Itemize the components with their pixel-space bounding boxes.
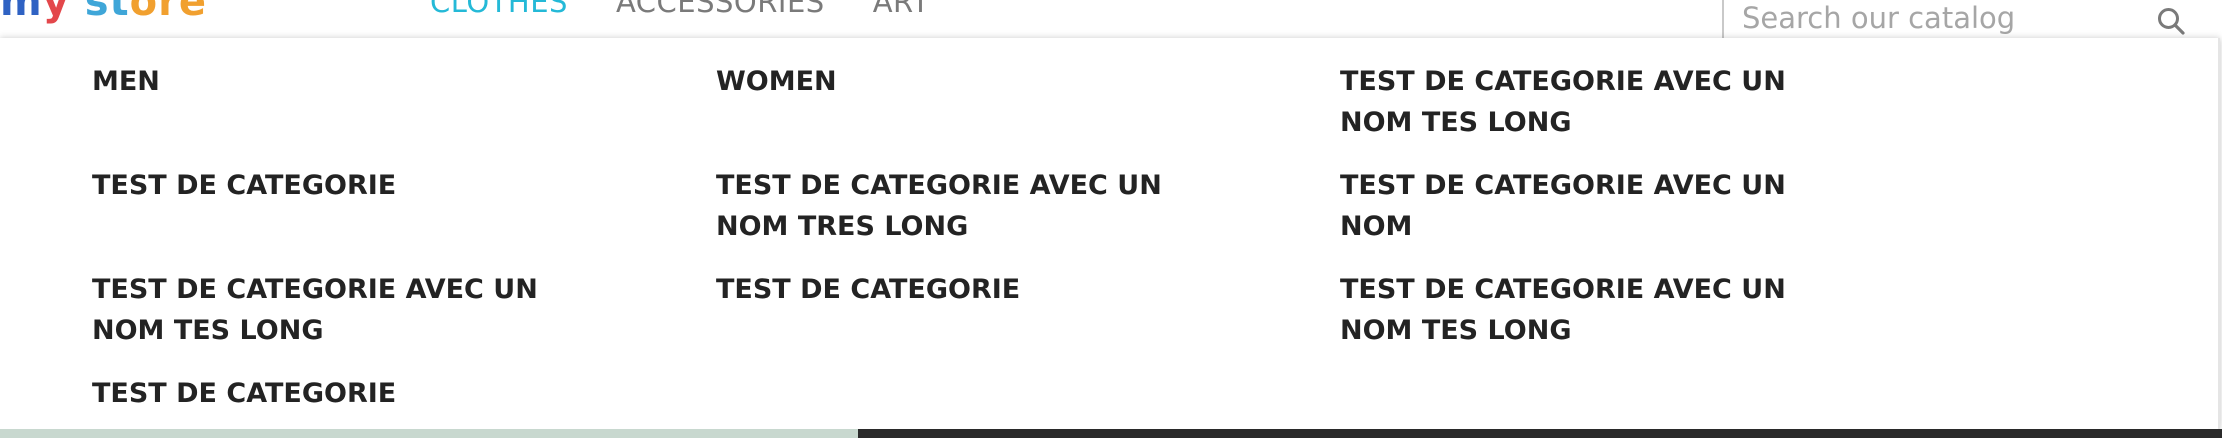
category-link[interactable]: TEST DE CATEGORIE AVEC UN NOM TES LONG xyxy=(92,269,538,351)
top-menu: CLOTHES ACCESSORIES ART xyxy=(430,0,978,22)
page-background-strip xyxy=(0,429,2222,438)
search-widget xyxy=(1722,0,2192,42)
logo-part-3: st xyxy=(84,0,130,25)
background-banner-image xyxy=(858,429,2222,438)
search-input[interactable] xyxy=(1742,0,2122,42)
category-link[interactable]: TEST DE CATEGORIE AVEC UN NOM TES LONG xyxy=(1340,269,1786,351)
nav-item-accessories[interactable]: ACCESSORIES xyxy=(616,0,825,22)
category-link[interactable]: TEST DE CATEGORIE xyxy=(716,269,1020,310)
nav-item-clothes[interactable]: CLOTHES xyxy=(430,0,568,22)
category-link[interactable]: TEST DE CATEGORIE AVEC UN NOM TES LONG xyxy=(1340,61,1786,143)
store-logo[interactable]: my store xyxy=(0,0,207,26)
category-link-men[interactable]: MEN xyxy=(92,61,160,102)
page: my store CLOTHES ACCESSORIES ART MEN TES… xyxy=(0,0,2222,438)
logo-part-2: y xyxy=(42,0,85,25)
category-link-women[interactable]: WOMEN xyxy=(716,61,837,102)
background-light-area xyxy=(0,429,858,438)
category-link[interactable]: TEST DE CATEGORIE AVEC UN NOM TRES LONG xyxy=(716,165,1162,247)
nav-item-art[interactable]: ART xyxy=(873,0,930,22)
logo-part-1: m xyxy=(0,0,43,25)
category-link[interactable]: TEST DE CATEGORIE xyxy=(92,373,396,414)
category-link[interactable]: TEST DE CATEGORIE xyxy=(92,165,396,206)
clothes-submenu: MEN TEST DE CATEGORIE TEST DE CATEGORIE … xyxy=(0,38,2220,429)
category-link[interactable]: TEST DE CATEGORIE AVEC UN NOM xyxy=(1340,165,1786,247)
logo-part-4: ore xyxy=(129,0,207,25)
search-icon[interactable] xyxy=(2156,6,2186,36)
site-header: my store CLOTHES ACCESSORIES ART xyxy=(0,0,2222,42)
